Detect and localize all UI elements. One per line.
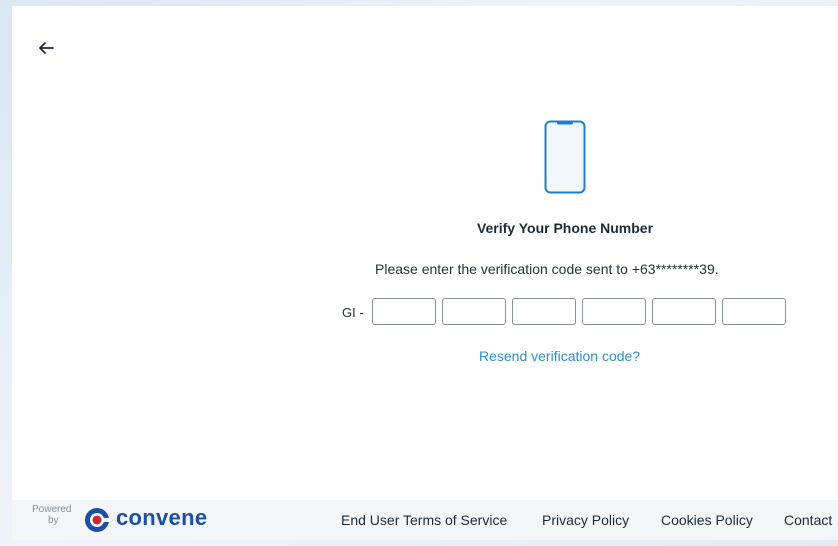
code-prefix: GI - [342,305,364,320]
footer-link-cookies[interactable]: Cookies Policy [661,512,753,528]
code-digit-5[interactable] [652,298,716,325]
code-digit-4[interactable] [582,298,646,325]
smartphone-icon [544,120,586,194]
page-title: Verify Your Phone Number [476,220,654,236]
instruction-text: Please enter the verification code sent … [375,261,719,277]
arrow-left-icon [39,42,54,54]
code-digit-2[interactable] [442,298,506,325]
code-digit-6[interactable] [722,298,786,325]
footer: Powered by convene End User Terms of Ser… [12,500,838,540]
resend-code-link[interactable]: Resend verification code? [479,348,640,364]
footer-link-contact[interactable]: Contact [784,512,832,528]
convene-logo-text: convene [116,505,208,530]
code-digit-1[interactable] [372,298,436,325]
footer-link-terms[interactable]: End User Terms of Service [341,512,507,528]
back-button[interactable] [34,36,58,60]
code-digit-3[interactable] [512,298,576,325]
convene-logo-icon [85,508,110,532]
verification-card: Verify Your Phone Number Please enter th… [12,6,838,540]
footer-link-privacy[interactable]: Privacy Policy [542,512,629,528]
powered-by-label: Powered by [32,504,72,526]
